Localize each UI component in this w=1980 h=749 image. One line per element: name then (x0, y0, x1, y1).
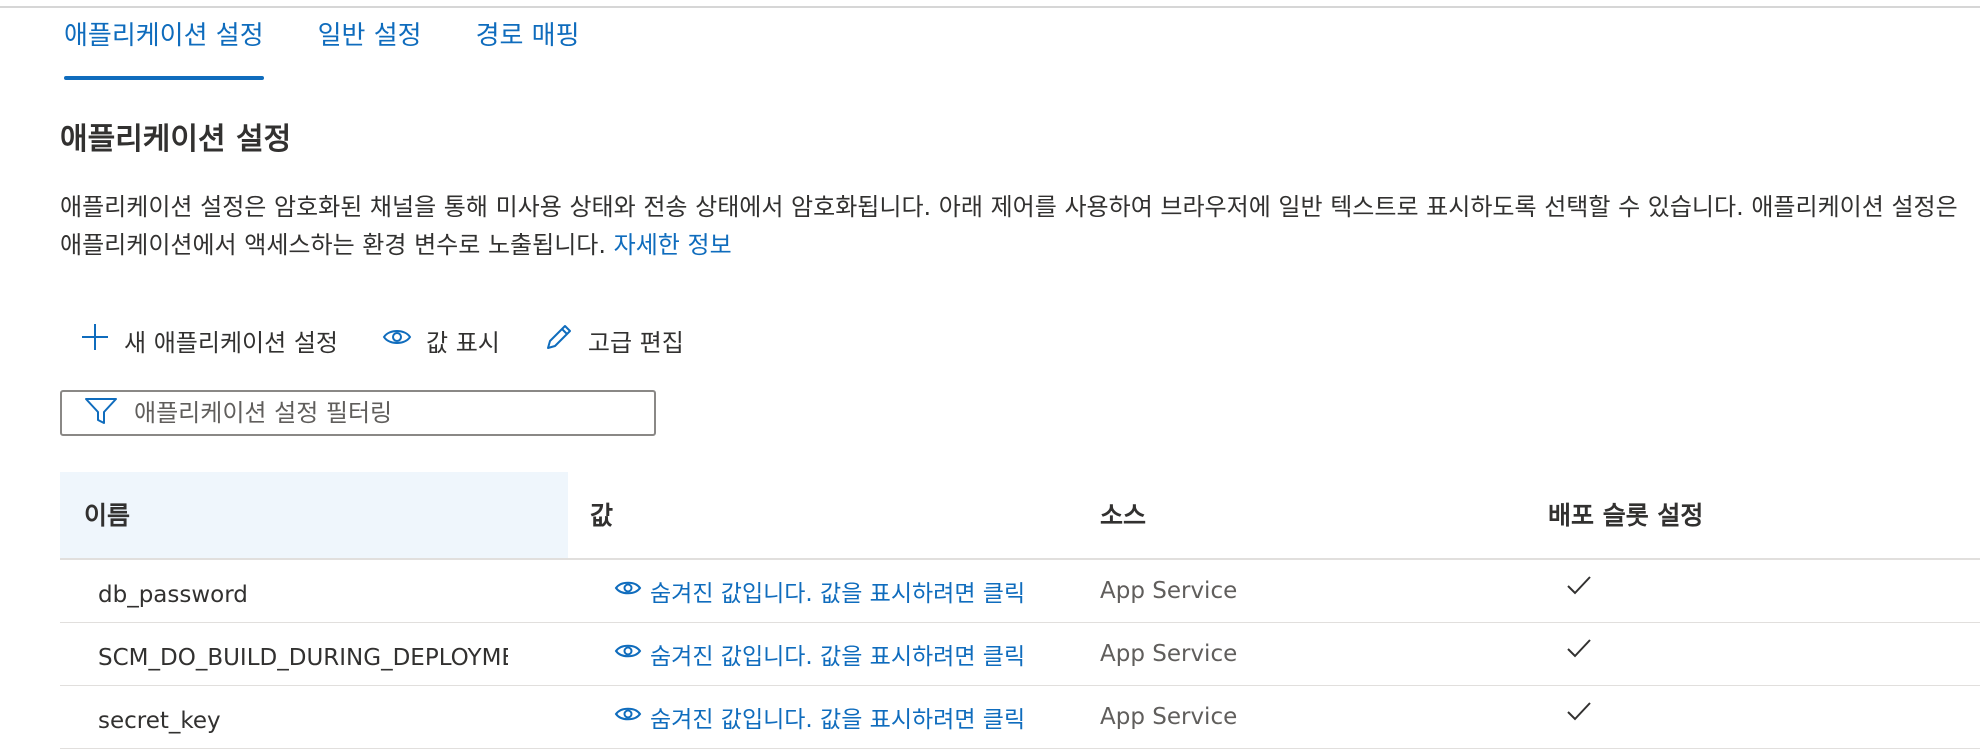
eye-icon (614, 704, 650, 730)
setting-source: App Service (1100, 704, 1238, 730)
hidden-value-button[interactable]: 숨겨진 값입니다. 값을 표시하려면 클릭 (614, 574, 1025, 608)
filter-input[interactable] (132, 398, 616, 428)
slot-setting-check-icon (1566, 637, 1592, 665)
setting-source: App Service (1100, 578, 1238, 604)
show-values-label: 값 표시 (425, 328, 500, 357)
top-divider (0, 6, 1980, 8)
toolbar: 새 애플리케이션 설정 값 표시 고급 편집 (80, 322, 728, 358)
pencil-icon (544, 322, 588, 358)
description-line-1: 애플리케이션 설정은 암호화된 채널을 통해 미사용 상태와 전송 상태에서 암… (60, 193, 1958, 221)
new-application-setting-button[interactable]: 새 애플리케이션 설정 (80, 322, 338, 358)
settings-tabs: 애플리케이션 설정 일반 설정 경로 매핑 (64, 16, 634, 80)
table-row[interactable]: db_password 숨겨진 값입니다. 값을 표시하려면 클릭 App Se… (60, 560, 1980, 623)
eye-icon (614, 641, 650, 667)
advanced-edit-button[interactable]: 고급 편집 (544, 322, 684, 358)
column-header-name[interactable]: 이름 (84, 496, 130, 532)
tab-path-mappings[interactable]: 경로 매핑 (476, 16, 580, 80)
hidden-value-label: 숨겨진 값입니다. 값을 표시하려면 클릭 (650, 644, 1026, 670)
filter-box[interactable] (60, 390, 656, 436)
table-row[interactable]: SCM_DO_BUILD_DURING_DEPLOYMENT 숨겨진 값입니다.… (60, 623, 1980, 686)
eye-icon (614, 578, 650, 604)
table-row[interactable]: secret_key 숨겨진 값입니다. 값을 표시하려면 클릭 App Ser… (60, 686, 1980, 749)
description: 애플리케이션 설정은 암호화된 채널을 통해 미사용 상태와 전송 상태에서 암… (60, 188, 1980, 264)
slot-setting-check-icon (1566, 574, 1592, 602)
description-line-2: 애플리케이션에서 액세스하는 환경 변수로 노출됩니다. 자세한 정보 (60, 226, 1980, 264)
hidden-value-label: 숨겨진 값입니다. 값을 표시하려면 클릭 (650, 707, 1026, 733)
setting-name[interactable]: SCM_DO_BUILD_DURING_DEPLOYMENT (98, 645, 508, 671)
name-column-highlight (60, 472, 568, 558)
tab-general-settings[interactable]: 일반 설정 (318, 16, 422, 80)
learn-more-link[interactable]: 자세한 정보 (614, 231, 732, 259)
description-line-2-text: 애플리케이션에서 액세스하는 환경 변수로 노출됩니다. (60, 231, 614, 259)
column-header-value[interactable]: 값 (590, 496, 613, 532)
hidden-value-button[interactable]: 숨겨진 값입니다. 값을 표시하려면 클릭 (614, 700, 1025, 734)
section-title: 애플리케이션 설정 (60, 122, 292, 157)
setting-name[interactable]: db_password (98, 582, 508, 608)
column-header-slot-setting[interactable]: 배포 슬롯 설정 (1548, 496, 1703, 532)
plus-icon (80, 322, 124, 358)
new-application-setting-label: 새 애플리케이션 설정 (124, 328, 338, 357)
eye-icon (382, 326, 426, 354)
table-header: 이름 값 소스 배포 슬롯 설정 (60, 472, 1980, 560)
setting-name[interactable]: secret_key (98, 708, 508, 734)
hidden-value-label: 숨겨진 값입니다. 값을 표시하려면 클릭 (650, 581, 1026, 607)
setting-source: App Service (1100, 641, 1238, 667)
show-values-button[interactable]: 값 표시 (382, 323, 500, 358)
hidden-value-button[interactable]: 숨겨진 값입니다. 값을 표시하려면 클릭 (614, 637, 1025, 671)
column-header-source[interactable]: 소스 (1100, 496, 1146, 532)
slot-setting-check-icon (1566, 700, 1592, 728)
settings-table: 이름 값 소스 배포 슬롯 설정 db_password 숨겨진 값입니다. 값… (60, 472, 1980, 749)
advanced-edit-label: 고급 편집 (587, 328, 684, 357)
tab-application-settings[interactable]: 애플리케이션 설정 (64, 16, 264, 80)
filter-icon (62, 396, 132, 430)
